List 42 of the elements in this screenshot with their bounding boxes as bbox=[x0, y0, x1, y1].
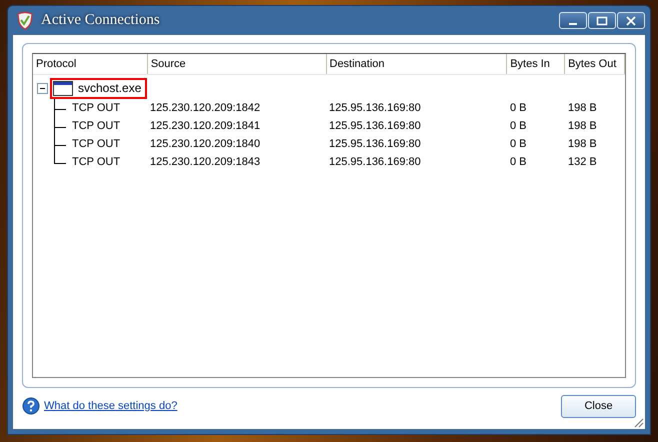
tree-line bbox=[53, 117, 66, 135]
table-cell-text: 0 B bbox=[510, 120, 528, 132]
maximize-icon bbox=[596, 16, 608, 26]
table-cell-text: 125.95.136.169:80 bbox=[329, 120, 422, 132]
close-icon bbox=[625, 16, 637, 26]
table-cell-text: 132 B bbox=[568, 156, 598, 168]
close-window-button[interactable] bbox=[617, 12, 645, 29]
table-cell-text: 125.95.136.169:80 bbox=[329, 138, 422, 150]
table-cell-text: 198 B bbox=[568, 120, 598, 132]
minimize-button[interactable] bbox=[559, 12, 587, 29]
help-icon[interactable] bbox=[22, 397, 40, 415]
table-cell-text: 198 B bbox=[568, 138, 598, 150]
table-cell-text: TCP OUT bbox=[72, 156, 122, 168]
column-header[interactable]: Source bbox=[148, 54, 326, 74]
table-cell-text: 125.230.120.209:1842 bbox=[150, 102, 262, 114]
collapse-icon[interactable] bbox=[37, 82, 48, 94]
table-cell-text: 125.230.120.209:1841 bbox=[150, 120, 262, 132]
column-header[interactable]: Destination bbox=[326, 54, 508, 74]
maximize-button[interactable] bbox=[588, 12, 616, 29]
column-header[interactable]: Protocol bbox=[33, 54, 148, 74]
table-cell-text: 125.95.136.169:80 bbox=[329, 156, 422, 168]
table-cell-text: 125.230.120.209:1840 bbox=[150, 138, 262, 150]
table-cell-text: 125.230.120.209:1843 bbox=[150, 156, 262, 168]
tree-line bbox=[53, 99, 66, 117]
window-title: Active Connections bbox=[41, 12, 160, 29]
table-cell-text: 0 B bbox=[510, 156, 528, 168]
table-cell-text: TCP OUT bbox=[72, 102, 122, 114]
help-link[interactable]: What do these settings do? bbox=[44, 400, 178, 412]
column-header[interactable]: Bytes Out bbox=[565, 54, 625, 74]
table-cell-text: 0 B bbox=[510, 138, 528, 150]
window-icon bbox=[53, 80, 73, 96]
process-item[interactable]: svchost.exe bbox=[50, 78, 148, 98]
minimize-icon bbox=[569, 22, 577, 24]
column-header[interactable]: Bytes In bbox=[507, 54, 566, 74]
resize-grip-icon[interactable] bbox=[634, 418, 644, 428]
close-button[interactable]: Close bbox=[561, 394, 636, 418]
table-cell-text: 125.95.136.169:80 bbox=[329, 102, 422, 114]
table-cell-text: 198 B bbox=[568, 102, 598, 114]
table-cell-text: TCP OUT bbox=[72, 120, 122, 132]
table-cell-text: TCP OUT bbox=[72, 138, 122, 150]
shield-icon bbox=[15, 10, 35, 30]
table-cell-text: 0 B bbox=[510, 102, 528, 114]
